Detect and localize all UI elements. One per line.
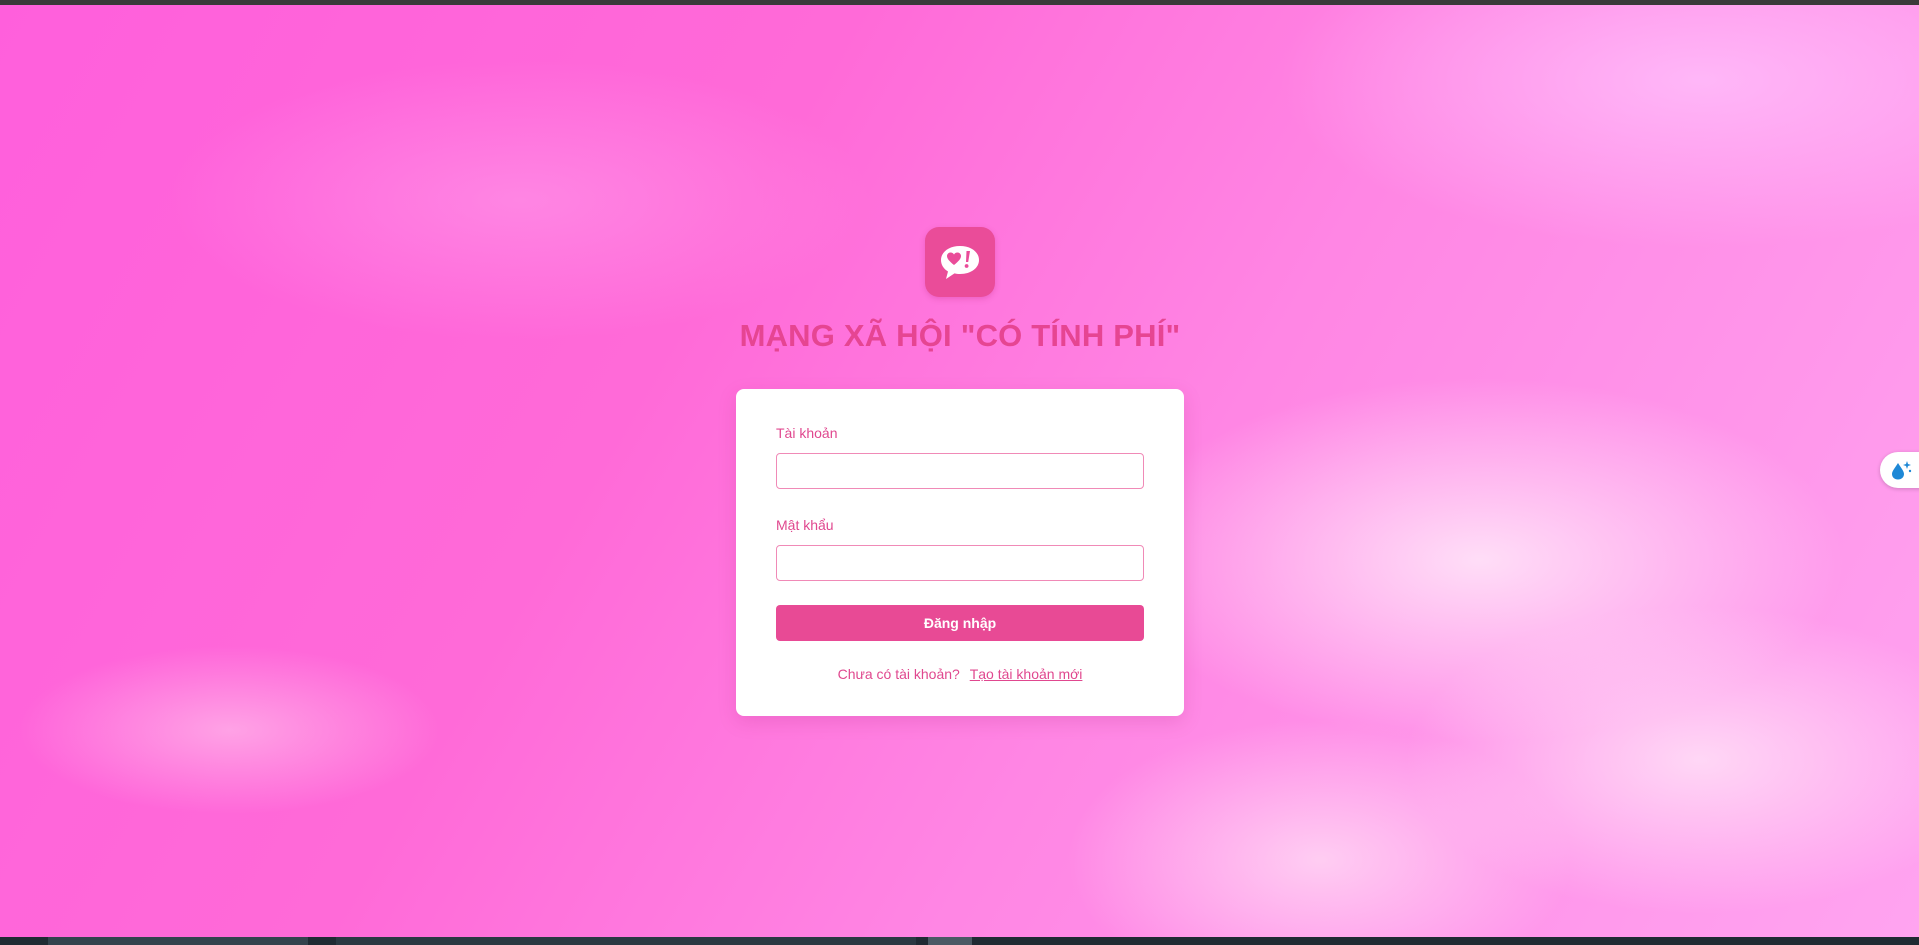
username-input[interactable] [776,453,1144,489]
signup-prompt: Chưa có tài khoản? [837,666,960,682]
password-input[interactable] [776,545,1144,581]
login-button[interactable]: Đăng nhập [776,605,1144,641]
water-drop-sparkle-icon [1892,461,1912,480]
login-card: Tài khoản Mật khẩu Đăng nhập Chưa có tài… [736,389,1184,716]
taskbar [0,937,1919,945]
app-logo [925,227,995,297]
window-top-strip [0,0,1919,5]
signup-link[interactable]: Tạo tài khoản mới [970,666,1083,682]
password-label: Mật khẩu [776,517,834,533]
login-page: MẠNG XÃ HỘI "CÓ TÍNH PHÍ" Tài khoản Mật … [0,0,1919,945]
username-label: Tài khoản [776,425,838,441]
page-title: MẠNG XÃ HỘI "CÓ TÍNH PHÍ" [739,318,1181,353]
heart-speech-bubble-icon [941,246,979,279]
signup-row: Chưa có tài khoản? Tạo tài khoản mới [736,666,1184,682]
side-widget-button[interactable] [1880,452,1919,488]
